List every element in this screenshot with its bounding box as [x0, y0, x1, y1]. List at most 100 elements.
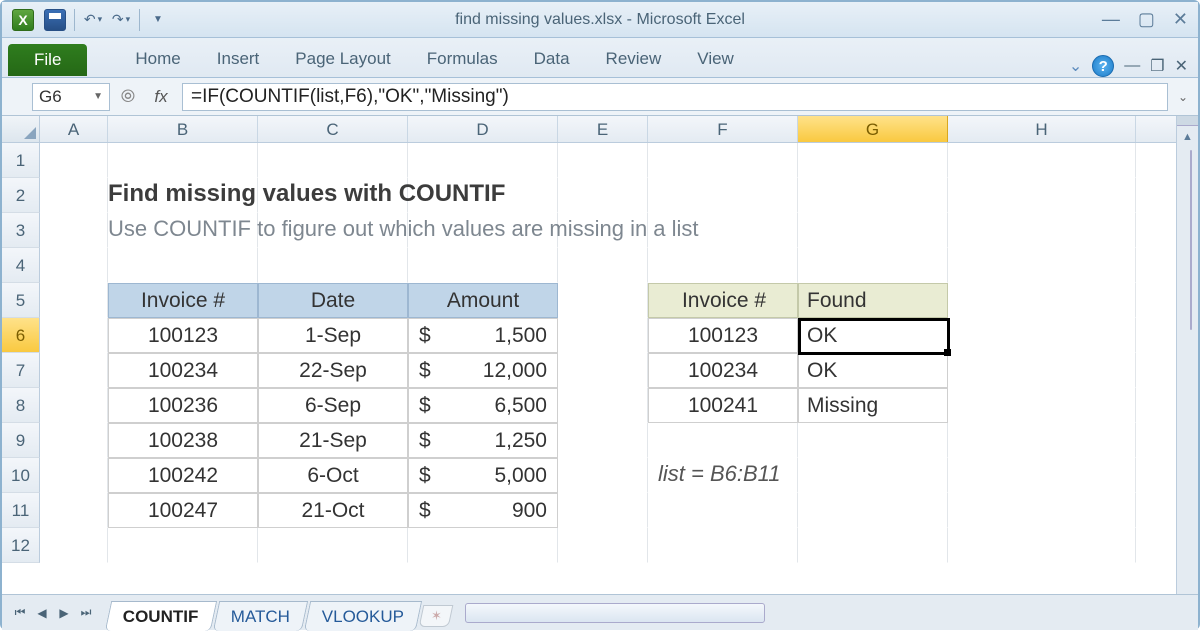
table-cell[interactable]: $900: [408, 493, 558, 528]
table-cell[interactable]: OK: [798, 353, 948, 388]
redo-button[interactable]: ↷▾: [107, 8, 135, 32]
table2-header: Invoice #: [648, 283, 798, 318]
fx-button[interactable]: fx: [146, 83, 176, 111]
row-header[interactable]: 12: [2, 528, 40, 563]
workbook-minimize-icon[interactable]: ―: [1124, 57, 1140, 75]
row-header[interactable]: 9: [2, 423, 40, 458]
name-box-dropdown-icon[interactable]: ▼: [93, 91, 103, 102]
minimize-button[interactable]: ―: [1102, 9, 1120, 30]
qat-customize[interactable]: ▼: [144, 8, 172, 32]
tab-formulas[interactable]: Formulas: [409, 43, 516, 77]
name-box[interactable]: G6 ▼: [32, 83, 110, 111]
table-cell[interactable]: 21-Oct: [258, 493, 408, 528]
tab-view[interactable]: View: [679, 43, 752, 77]
row-header[interactable]: 4: [2, 248, 40, 283]
tab-review[interactable]: Review: [588, 43, 680, 77]
save-icon[interactable]: [44, 9, 66, 31]
table-cell[interactable]: 100238: [108, 423, 258, 458]
workbook-close-icon[interactable]: ✕: [1175, 56, 1188, 76]
table-cell[interactable]: $6,500: [408, 388, 558, 423]
table-cell[interactable]: 100234: [108, 353, 258, 388]
sheet-nav-prev-icon[interactable]: ◀: [32, 601, 52, 625]
table-cell[interactable]: 100234: [648, 353, 798, 388]
table-cell[interactable]: 100123: [108, 318, 258, 353]
sheet-tab-match[interactable]: MATCH: [212, 601, 308, 631]
named-range-note: list = B6:B11: [658, 461, 781, 487]
col-header-A[interactable]: A: [40, 116, 108, 142]
col-header-C[interactable]: C: [258, 116, 408, 142]
sheet-nav-first-icon[interactable]: ⏮: [10, 601, 30, 625]
tab-home[interactable]: Home: [117, 43, 198, 77]
formula-bar-expand-icon[interactable]: ⌄: [1174, 90, 1192, 104]
col-header-E[interactable]: E: [558, 116, 648, 142]
col-header-H[interactable]: H: [948, 116, 1136, 142]
table2-header: Found: [798, 283, 948, 318]
ribbon: File Home Insert Page Layout Formulas Da…: [2, 38, 1198, 78]
table-cell[interactable]: 21-Sep: [258, 423, 408, 458]
table-cell[interactable]: 100123: [648, 318, 798, 353]
table-cell[interactable]: 100242: [108, 458, 258, 493]
worksheet-grid[interactable]: A B C D E F G H 1 2 Find missing values …: [2, 116, 1176, 594]
row-header[interactable]: 1: [2, 143, 40, 178]
cancel-icon[interactable]: ⦾: [116, 86, 140, 107]
formula-input[interactable]: =IF(COUNTIF(list,F6),"OK","Missing"): [182, 83, 1168, 111]
maximize-button[interactable]: ▢: [1138, 9, 1155, 30]
col-header-F[interactable]: F: [648, 116, 798, 142]
row-header[interactable]: 6: [2, 318, 40, 353]
sheet-nav-last-icon[interactable]: ⏭: [76, 601, 96, 625]
workbook-restore-icon[interactable]: ❐: [1150, 56, 1164, 76]
horizontal-scrollbar[interactable]: [465, 603, 765, 623]
row-header[interactable]: 11: [2, 493, 40, 528]
ribbon-minimize-icon[interactable]: ⌄: [1069, 56, 1082, 76]
table1-header: Date: [258, 283, 408, 318]
excel-icon: X: [12, 9, 34, 31]
row-header[interactable]: 5: [2, 283, 40, 318]
help-icon[interactable]: ?: [1092, 55, 1114, 77]
window-title: find missing values.xlsx - Microsoft Exc…: [2, 11, 1198, 29]
name-box-value: G6: [39, 87, 62, 107]
col-header-D[interactable]: D: [408, 116, 558, 142]
title-bar: X ↶▾ ↷▾ ▼ find missing values.xlsx - Mic…: [2, 2, 1198, 38]
sheet-nav-next-icon[interactable]: ▶: [54, 601, 74, 625]
table-cell[interactable]: $1,250: [408, 423, 558, 458]
table-cell[interactable]: Missing: [798, 388, 948, 423]
table-cell[interactable]: $5,000: [408, 458, 558, 493]
col-header-G[interactable]: G: [798, 116, 948, 142]
table1-header: Amount: [408, 283, 558, 318]
sheet-tab-vlookup[interactable]: VLOOKUP: [304, 601, 423, 631]
new-sheet-button[interactable]: ✶: [419, 605, 454, 627]
table-cell[interactable]: 100247: [108, 493, 258, 528]
table-cell[interactable]: 6-Sep: [258, 388, 408, 423]
table-cell[interactable]: $12,000: [408, 353, 558, 388]
table-cell[interactable]: 1-Sep: [258, 318, 408, 353]
row-header[interactable]: 10: [2, 458, 40, 493]
qat-separator: [74, 9, 75, 31]
undo-button[interactable]: ↶▾: [79, 8, 107, 32]
table-cell[interactable]: 6-Oct: [258, 458, 408, 493]
table-cell[interactable]: $1,500: [408, 318, 558, 353]
scroll-up-icon[interactable]: ▲: [1177, 126, 1198, 148]
col-header-B[interactable]: B: [108, 116, 258, 142]
column-headers: A B C D E F G H: [2, 116, 1176, 143]
row-header[interactable]: 2: [2, 178, 40, 213]
scroll-thumb[interactable]: [1190, 150, 1192, 330]
select-all-corner[interactable]: [2, 116, 40, 142]
table-cell[interactable]: 100236: [108, 388, 258, 423]
tab-data[interactable]: Data: [516, 43, 588, 77]
table-cell[interactable]: 22-Sep: [258, 353, 408, 388]
table-cell[interactable]: OK: [798, 318, 948, 353]
sheet-tab-countif[interactable]: COUNTIF: [105, 601, 217, 631]
page-title: Find missing values with COUNTIF: [108, 180, 505, 208]
close-button[interactable]: ✕: [1173, 9, 1188, 30]
sheet-tab-bar: ⏮ ◀ ▶ ⏭ COUNTIF MATCH VLOOKUP ✶: [2, 594, 1198, 630]
split-handle[interactable]: [1177, 116, 1198, 126]
row-header[interactable]: 7: [2, 353, 40, 388]
table-cell[interactable]: 100241: [648, 388, 798, 423]
file-tab[interactable]: File: [8, 44, 87, 76]
tab-insert[interactable]: Insert: [199, 43, 278, 77]
tab-page-layout[interactable]: Page Layout: [277, 43, 408, 77]
row-header[interactable]: 8: [2, 388, 40, 423]
vertical-scrollbar[interactable]: ▲: [1176, 116, 1198, 594]
row-header[interactable]: 3: [2, 213, 40, 248]
page-subtitle: Use COUNTIF to figure out which values a…: [108, 216, 699, 242]
